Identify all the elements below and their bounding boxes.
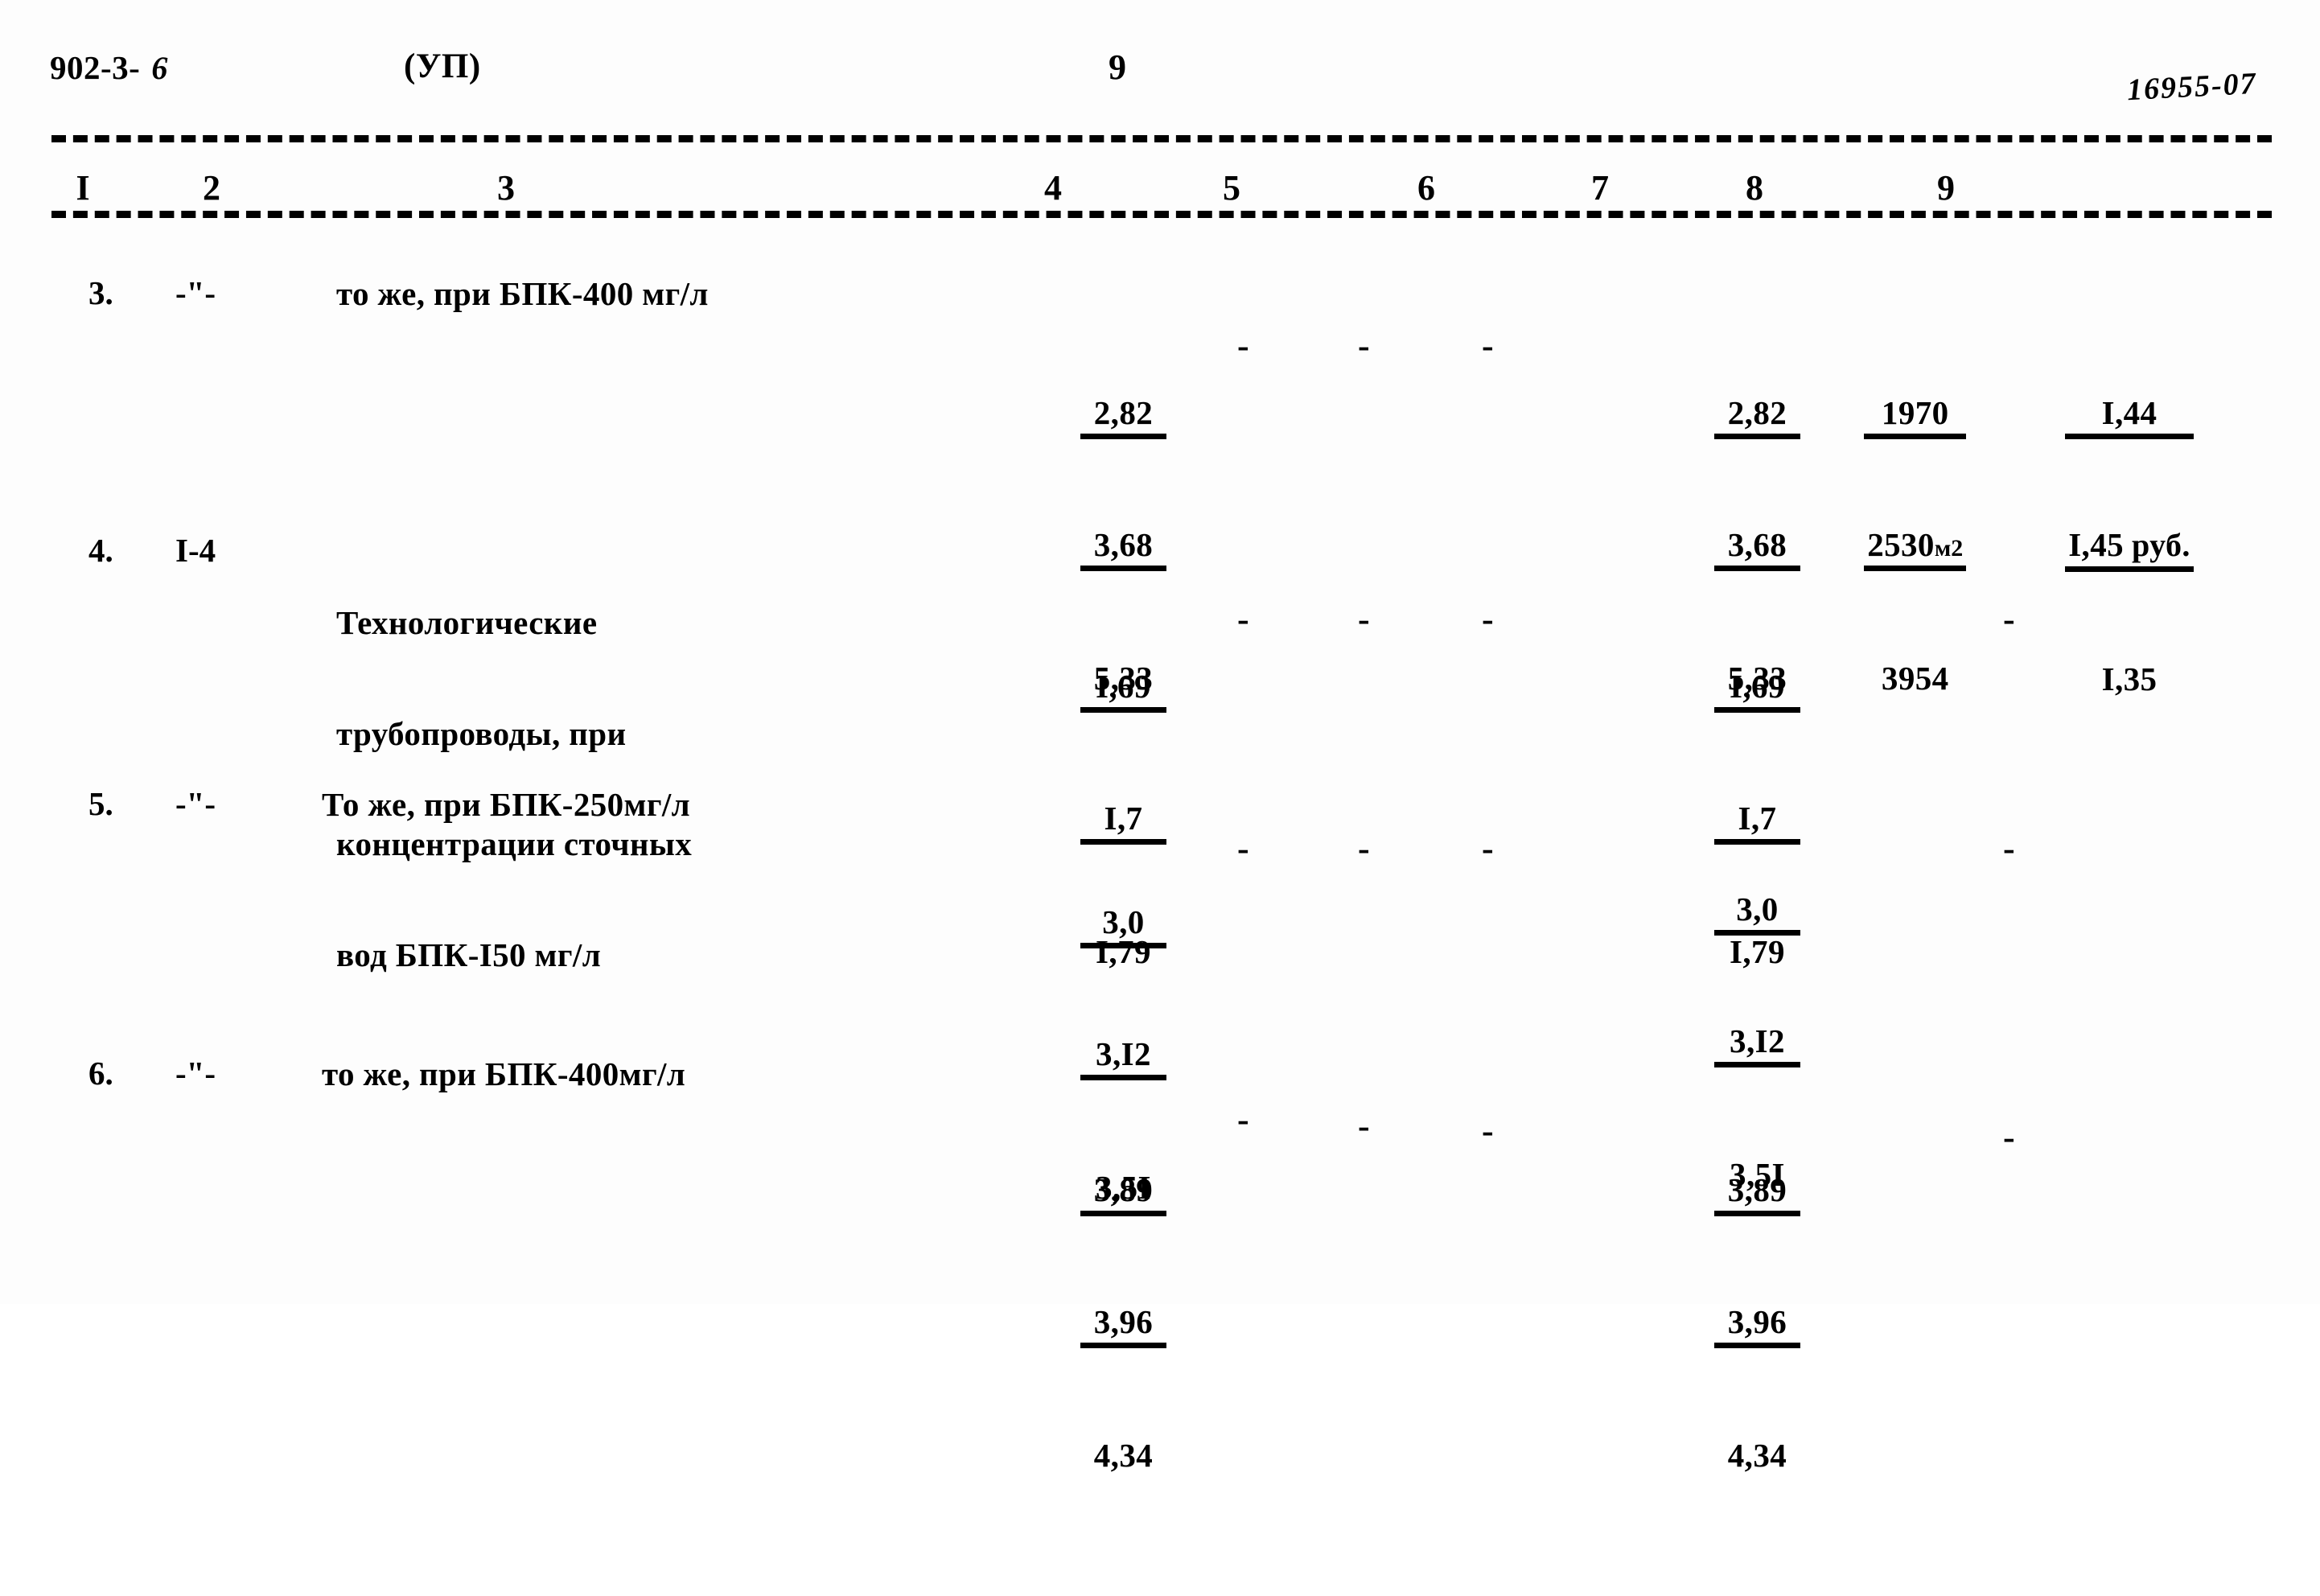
stack-top: 3,89 bbox=[1080, 1170, 1166, 1217]
stack-top: 2,82 bbox=[1714, 393, 1800, 440]
column-number-7: 7 bbox=[1567, 167, 1633, 208]
cell-col9-dash: - bbox=[2003, 1117, 2015, 1157]
row-type-code: -"- bbox=[175, 274, 216, 311]
series-base: 902-3- bbox=[50, 49, 141, 86]
stack-mid-unit: руб. bbox=[2132, 527, 2190, 564]
cell-col6-dash: - bbox=[1358, 829, 1370, 868]
cell-col5-dash: - bbox=[1237, 326, 1249, 365]
stacked-values: 1970 2530м2 3954 bbox=[1864, 312, 1967, 779]
row-index: 6. bbox=[88, 1055, 113, 1092]
cell-col10: I,44 I,45 руб. I,35 bbox=[1997, 272, 2194, 820]
page-header: 902-3- 6 (УП) 9 16955-07 bbox=[0, 32, 2320, 108]
column-number-9: 9 bbox=[1913, 167, 1979, 208]
cell-col9-dash: - bbox=[2003, 599, 2015, 639]
column-number-2: 2 bbox=[179, 167, 245, 208]
page-number: 9 bbox=[1109, 47, 1127, 87]
row-type-code: -"- bbox=[175, 785, 216, 822]
row-description: То же, при БПК-250мг/л bbox=[322, 786, 691, 823]
cell-col7-dash: - bbox=[1482, 829, 1494, 868]
stack-mid-unit: м2 bbox=[1934, 535, 1964, 562]
cell-col6-dash: - bbox=[1358, 599, 1370, 639]
stack-top: 3,0 bbox=[1080, 902, 1166, 949]
stack-mid-value: 2530 bbox=[1867, 526, 1935, 564]
column-number-strip: I 2 3 4 5 6 7 8 9 bbox=[0, 167, 2320, 216]
stacked-values: I,44 I,45 руб. I,35 bbox=[2065, 312, 2194, 779]
cell-col6-dash: - bbox=[1358, 1106, 1370, 1146]
album-label: (УП) bbox=[404, 47, 481, 85]
document-series-number: 902-3- 6 bbox=[50, 48, 168, 87]
document-page: 902-3- 6 (УП) 9 16955-07 I 2 3 4 5 6 7 8 … bbox=[0, 0, 2320, 1474]
description-line-1: Технологические bbox=[336, 603, 598, 641]
stack-top: 1970 bbox=[1864, 393, 1967, 440]
stack-bottom: 3954 bbox=[1881, 660, 1949, 697]
series-suffix: 6 bbox=[151, 50, 168, 86]
description-line-2: трубопроводы, при bbox=[336, 714, 627, 752]
cell-col4: 3,89 3,96 4,34 bbox=[1012, 1049, 1166, 1596]
stack-bottom: 4,34 bbox=[1093, 1437, 1154, 1475]
handwritten-stamp-number: 16955-07 bbox=[2126, 66, 2258, 108]
row-index: 3. bbox=[88, 274, 113, 311]
row-description: то же, при БПК-400 мг/л bbox=[336, 275, 709, 312]
stack-bottom: I,35 bbox=[2101, 660, 2158, 697]
cell-col7-dash: - bbox=[1482, 1111, 1494, 1150]
row-index: 4. bbox=[88, 532, 113, 569]
stack-mid: 2530м2 bbox=[1864, 524, 1967, 572]
stack-top: I,44 bbox=[2065, 393, 2194, 440]
stack-top: 3,89 bbox=[1714, 1170, 1800, 1217]
column-number-3: 3 bbox=[473, 167, 539, 208]
stacked-values: 3,89 3,96 4,34 bbox=[1080, 1089, 1166, 1556]
stack-mid: 3,96 bbox=[1714, 1302, 1800, 1349]
cell-col7-dash: - bbox=[1482, 599, 1494, 639]
stack-top: 2,82 bbox=[1080, 393, 1166, 440]
description-line-3: концентрации сточных bbox=[336, 825, 693, 863]
stack-top: 3,0 bbox=[1714, 889, 1800, 936]
row-type-code: I-4 bbox=[175, 532, 216, 569]
cell-col9-dash: - bbox=[2003, 829, 2015, 868]
cell-col9: 1970 2530м2 3954 bbox=[1796, 272, 1967, 819]
cell-col6-dash: - bbox=[1358, 326, 1370, 365]
stacked-values: 3,89 3,96 4,34 bbox=[1714, 1089, 1800, 1556]
cell-col5-dash: - bbox=[1237, 1100, 1249, 1139]
row-description: то же, при БПК-400мг/л bbox=[322, 1055, 686, 1092]
description-line-4: вод БПК-I50 мг/л bbox=[336, 936, 602, 973]
column-number-6: 6 bbox=[1393, 167, 1459, 208]
stack-mid: I,45 руб. bbox=[2065, 524, 2194, 572]
stack-bottom: 4,34 bbox=[1727, 1437, 1787, 1475]
cell-col5-dash: - bbox=[1237, 599, 1249, 639]
cell-col8: 3,89 3,96 4,34 bbox=[1646, 1049, 1800, 1596]
cell-col5-dash: - bbox=[1237, 829, 1249, 868]
table-top-dashed-rule bbox=[51, 135, 2272, 142]
stack-top: I,69 bbox=[1080, 666, 1166, 714]
stack-mid: 3,96 bbox=[1080, 1302, 1166, 1349]
row-index: 5. bbox=[88, 785, 113, 822]
column-number-1: I bbox=[50, 167, 116, 208]
stack-top: I,69 bbox=[1714, 666, 1800, 714]
column-number-4: 4 bbox=[1020, 167, 1086, 208]
column-number-5: 5 bbox=[1199, 167, 1265, 208]
stack-mid-value: I,45 bbox=[2068, 526, 2125, 564]
cell-col7-dash: - bbox=[1482, 326, 1494, 365]
row-type-code: -"- bbox=[175, 1055, 216, 1092]
column-number-8: 8 bbox=[1721, 167, 1787, 208]
